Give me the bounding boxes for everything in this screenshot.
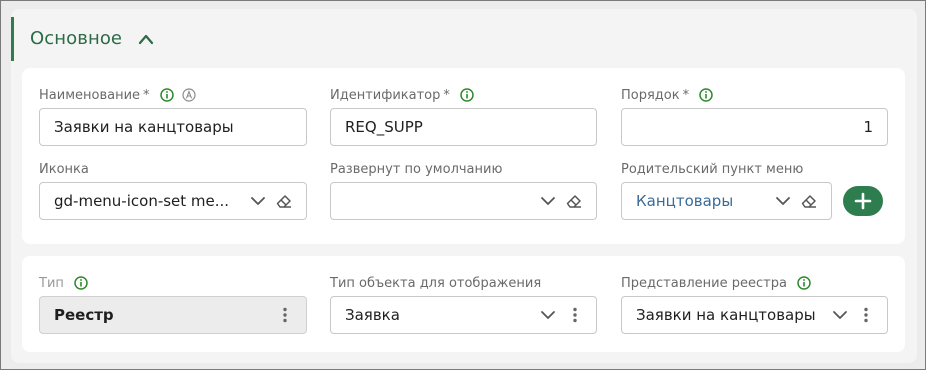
icon-select[interactable]: gd-menu-icon-set me... — [39, 182, 307, 220]
info-icon[interactable] — [699, 88, 713, 102]
icon-value: gd-menu-icon-set me... — [54, 192, 230, 210]
chevron-down-icon[interactable] — [539, 306, 557, 324]
required-mark: * — [682, 88, 690, 103]
order-value: 1 — [863, 118, 873, 136]
info-icon[interactable] — [460, 88, 474, 102]
order-label: Порядок * — [621, 87, 713, 105]
registry-view-select[interactable]: Заявки на канцтовары — [621, 296, 888, 334]
eraser-icon[interactable] — [800, 192, 818, 210]
chevron-up-icon[interactable] — [138, 33, 154, 45]
type-select: Реестр — [39, 296, 307, 334]
window-frame: Основное Наименование * Идентификатор * По… — [0, 0, 926, 370]
order-field[interactable]: 1 — [621, 108, 888, 146]
chevron-down-icon[interactable] — [539, 192, 557, 210]
chevron-down-icon[interactable] — [831, 306, 849, 324]
identifier-label-text: Идентификатор — [330, 88, 441, 103]
name-field[interactable]: Заявки на канцтовары — [39, 108, 307, 146]
eraser-icon[interactable] — [565, 192, 583, 210]
registry-view-value: Заявки на канцтовары — [636, 306, 816, 324]
registry-view-label: Представление реестра — [621, 275, 811, 293]
more-vertical-icon[interactable] — [857, 306, 875, 324]
more-vertical-icon[interactable] — [276, 306, 294, 324]
type-value: Реестр — [54, 306, 114, 324]
chevron-down-icon[interactable] — [249, 192, 267, 210]
parent-value[interactable]: Канцтовары — [636, 183, 733, 219]
more-vertical-icon[interactable] — [566, 306, 584, 324]
info-icon[interactable] — [74, 276, 88, 290]
name-label: Наименование * — [39, 87, 196, 105]
name-label-text: Наименование — [39, 88, 141, 103]
required-mark: * — [443, 88, 450, 103]
identifier-field[interactable]: REQ_SUPP — [330, 108, 597, 146]
plus-icon — [854, 192, 872, 210]
chevron-down-icon[interactable] — [774, 192, 792, 210]
info-icon[interactable] — [159, 88, 174, 102]
identifier-label: Идентификатор * — [330, 87, 474, 105]
parent-label: Родительский пункт меню — [621, 162, 804, 177]
name-value: Заявки на канцтовары — [54, 118, 234, 136]
order-label-text: Порядок — [621, 88, 680, 103]
info-icon[interactable] — [797, 276, 811, 290]
section-title: Основное — [30, 28, 123, 49]
object-type-value: Заявка — [345, 306, 400, 324]
object-type-select[interactable]: Заявка — [330, 296, 597, 334]
auto-icon[interactable] — [182, 88, 196, 102]
type-label-text: Тип — [39, 276, 64, 291]
registry-view-label-text: Представление реестра — [621, 276, 787, 291]
identifier-value: REQ_SUPP — [345, 118, 423, 136]
parent-select[interactable]: Канцтовары — [621, 182, 832, 220]
add-parent-button[interactable] — [843, 186, 883, 216]
section-header[interactable]: Основное — [11, 17, 314, 61]
required-mark: * — [143, 88, 150, 103]
expanded-label: Развернут по умолчанию — [330, 162, 503, 177]
object-type-label: Тип объекта для отображения — [330, 276, 542, 291]
eraser-icon[interactable] — [275, 192, 293, 210]
icon-label: Иконка — [39, 162, 89, 177]
type-label: Тип — [39, 275, 88, 293]
expanded-select[interactable] — [330, 182, 597, 220]
